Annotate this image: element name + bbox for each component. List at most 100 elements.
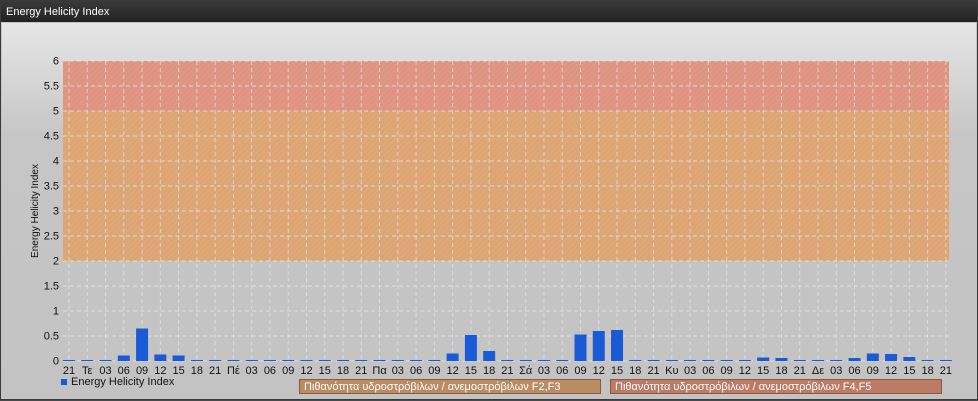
- x-tick-label: 09: [428, 365, 440, 377]
- bar: [885, 354, 898, 361]
- y-tick-label: 5.5: [44, 81, 59, 93]
- bar: [355, 360, 368, 361]
- bar: [537, 360, 550, 361]
- chart-window: Energy Helicity Index 0 0.5 1 1.5 2 2.5 3 3.5 4 4…: [0, 0, 978, 400]
- y-tick-label: 4: [53, 156, 59, 168]
- x-tick-label: Σά: [519, 365, 533, 377]
- x-tick-label: 18: [337, 365, 349, 377]
- bar: [428, 360, 441, 361]
- bar: [63, 360, 75, 361]
- bar: [483, 351, 496, 361]
- y-tick-label: 5: [53, 106, 59, 118]
- bar: [209, 360, 222, 361]
- bar: [282, 360, 295, 361]
- bar: [245, 360, 258, 361]
- x-tick-label: 06: [702, 365, 714, 377]
- y-tick-label: 1.5: [44, 281, 59, 293]
- bar: [556, 360, 569, 361]
- bar: [391, 360, 404, 361]
- x-tick-label: Πα: [372, 365, 387, 377]
- x-tick-label: 03: [684, 365, 696, 377]
- bar: [647, 360, 660, 361]
- x-tick-label: Πέ: [227, 365, 240, 377]
- x-tick-label: 03: [830, 365, 842, 377]
- y-tick-label: 3.5: [44, 181, 59, 193]
- bar: [793, 360, 806, 361]
- x-tick-label: 12: [739, 365, 751, 377]
- y-axis-label: Energy Helicity Index: [30, 164, 41, 258]
- x-tick-label: 18: [629, 365, 641, 377]
- x-tick-label: 12: [300, 365, 312, 377]
- x-tick-label: 06: [410, 365, 422, 377]
- bar: [136, 328, 149, 361]
- bar: [318, 360, 331, 361]
- bar: [611, 330, 624, 361]
- x-tick-label: 21: [355, 365, 367, 377]
- band-legend-f4-f5: Πιθανότητα υδροστρόβιλων / ανεμοστρόβιλω…: [610, 379, 942, 394]
- x-tick-label: 09: [721, 365, 733, 377]
- bar: [665, 360, 678, 361]
- bar: [629, 360, 642, 361]
- x-tick-label: 09: [282, 365, 294, 377]
- y-tick-label: 3: [53, 206, 59, 218]
- bar: [99, 360, 112, 361]
- bar: [939, 360, 952, 361]
- bar: [903, 357, 916, 361]
- bar: [337, 360, 350, 361]
- x-tick-label: 21: [209, 365, 221, 377]
- bar: [848, 358, 861, 361]
- x-tick-label: 09: [867, 365, 879, 377]
- y-tick-label: 4.5: [44, 131, 59, 143]
- bar: [757, 357, 770, 361]
- x-tick-label: 21: [794, 365, 806, 377]
- bar: [464, 335, 477, 361]
- x-tick-label: 15: [319, 365, 331, 377]
- bar: [684, 360, 697, 361]
- bar: [830, 360, 843, 361]
- bar: [154, 354, 167, 361]
- bar: [81, 360, 94, 361]
- bar: [811, 360, 824, 361]
- x-tick-label: 03: [538, 365, 550, 377]
- bar: [720, 360, 733, 361]
- x-tick-label: 18: [191, 365, 203, 377]
- x-tick-label: 12: [447, 365, 459, 377]
- x-tick-label: 21: [647, 365, 659, 377]
- x-tick-label: 03: [246, 365, 258, 377]
- x-tick-label: 21: [501, 365, 513, 377]
- bar: [775, 358, 788, 361]
- x-tick-label: 06: [848, 365, 860, 377]
- y-tick-label: 1: [53, 306, 59, 318]
- bar: [574, 334, 587, 361]
- x-tick-label: 21: [940, 365, 952, 377]
- bar: [410, 360, 423, 361]
- bar: [446, 353, 459, 361]
- y-tick-label: 2.5: [44, 231, 59, 243]
- bar: [300, 360, 313, 361]
- x-tick-label: 12: [885, 365, 897, 377]
- x-tick-label: 03: [392, 365, 404, 377]
- legend: Energy Helicity Index: [61, 376, 174, 388]
- y-tick-label: 6: [53, 56, 59, 68]
- legend-swatch: [61, 379, 67, 385]
- bar: [702, 360, 715, 361]
- x-tick-label: 18: [483, 365, 495, 377]
- x-tick-label: 09: [574, 365, 586, 377]
- bar: [592, 331, 605, 361]
- x-tick-label: Δε: [812, 365, 824, 377]
- x-tick-label: 15: [465, 365, 477, 377]
- bar: [738, 360, 751, 361]
- bar: [866, 353, 879, 361]
- bar: [263, 360, 276, 361]
- bar: [190, 360, 203, 361]
- band-legend-f2-f3: Πιθανότητα υδροστρόβιλων / ανεμοστρόβιλω…: [299, 379, 601, 394]
- bar: [921, 360, 934, 361]
- bar: [519, 360, 532, 361]
- x-tick-label: 15: [903, 365, 915, 377]
- x-tick-label: 06: [556, 365, 568, 377]
- bar: [227, 360, 240, 361]
- bar: [117, 355, 130, 361]
- bar: [373, 360, 386, 361]
- bar: [172, 355, 185, 361]
- x-tick-label: Κυ: [665, 365, 678, 377]
